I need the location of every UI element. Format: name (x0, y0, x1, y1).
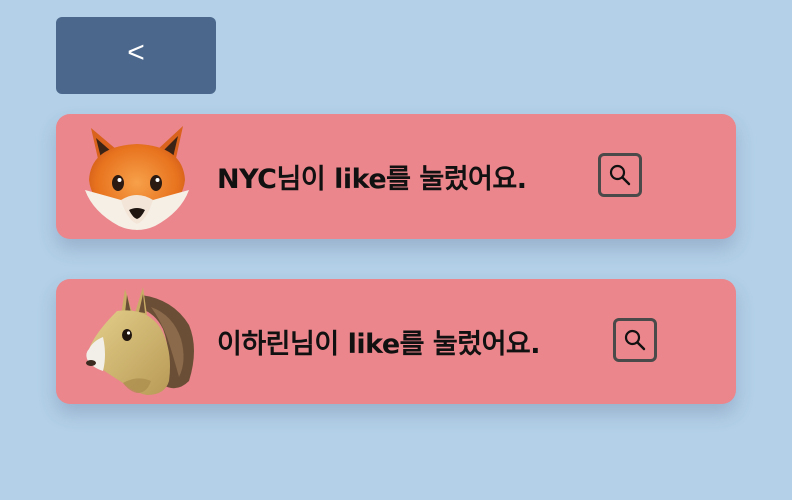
fox-face-icon (76, 120, 198, 234)
notification-card-leeharin: 이하린님이 like를 눌렀어요. (56, 279, 736, 404)
search-icon (624, 329, 646, 351)
search-button[interactable] (613, 318, 657, 362)
notification-message: 이하린님이 like를 눌렀어요. (217, 329, 541, 360)
search-icon (609, 164, 631, 186)
notification-card-nyc: NYC님이 like를 눌렀어요. (56, 114, 736, 239)
notification-message: NYC님이 like를 눌렀어요. (217, 164, 527, 195)
horse-face-icon (76, 285, 198, 399)
back-button[interactable]: < (56, 17, 216, 94)
search-button[interactable] (598, 153, 642, 197)
